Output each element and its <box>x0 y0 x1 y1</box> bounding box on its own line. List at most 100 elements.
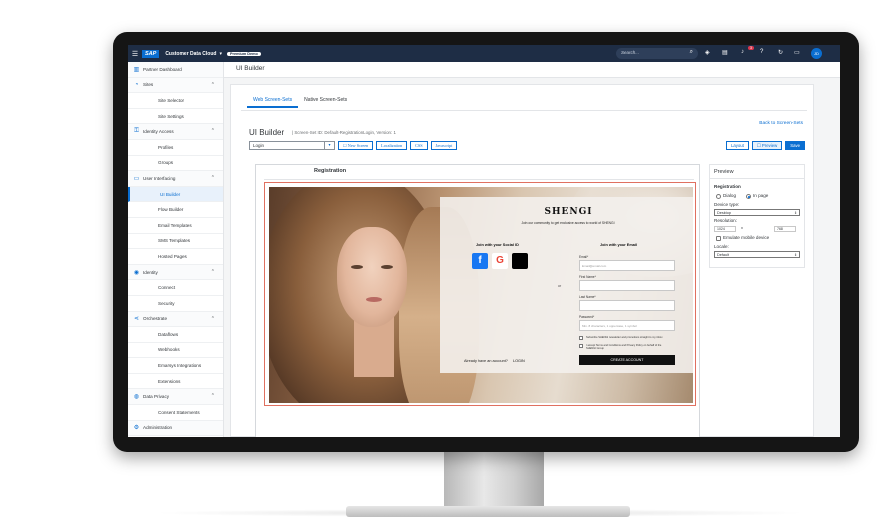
chevron-up-icon[interactable]: ⌃ <box>211 82 215 88</box>
sidebar-item-sms-templates[interactable]: SMS Templates <box>128 234 223 250</box>
sidebar-item-identity[interactable]: ◉ Identity ⌃ <box>128 264 223 281</box>
sidebar-item-label: Profiles <box>158 144 174 150</box>
localization-button[interactable]: Localization <box>376 141 408 150</box>
sidebar-item-label: Emarsys Integrations <box>158 363 202 369</box>
inpage-radio[interactable] <box>746 194 751 199</box>
tab-native-screen-sets[interactable]: Native Screen-Sets <box>298 94 353 108</box>
sidebar-item-partner-dashboard[interactable]: ▥ Partner Dashboard <box>128 62 223 78</box>
stage: ☰ SAP Customer Data Cloud ▾ Premium Demo… <box>0 0 886 519</box>
sidebar-item-hosted-pages[interactable]: Hosted Pages <box>128 249 223 265</box>
chevron-down-icon: ⇕ <box>794 211 797 215</box>
sidebar-item-site-selector[interactable]: Site Selector <box>128 93 223 109</box>
search-icon[interactable]: ⌕ <box>690 49 693 56</box>
resolution-width-input[interactable]: 1024 <box>714 226 736 232</box>
screen-select[interactable]: Login ▾ <box>249 141 335 150</box>
consent-checkbox[interactable] <box>579 336 583 340</box>
tab-divider <box>241 110 807 111</box>
locale-value: Default <box>717 253 730 257</box>
device-type-label: Device type: <box>714 202 740 207</box>
identity-icon: ◉ <box>133 269 140 276</box>
help-icon[interactable]: ? <box>760 49 763 55</box>
sidebar-item-data-privacy[interactable]: ◍ Data Privacy ⌃ <box>128 389 223 406</box>
login-link[interactable]: LOGIN <box>513 359 525 363</box>
form-input[interactable]: Min. 8 characters, 1 uppercase, 1 symbol <box>579 320 675 331</box>
javascript-button[interactable]: Javascript <box>430 141 458 150</box>
screenset-tabs: Web Screen-Sets Native Screen-Sets <box>247 94 353 108</box>
form-input[interactable] <box>579 280 675 291</box>
form-input[interactable] <box>579 300 675 311</box>
sidebar-item-extensions[interactable]: Extensions <box>128 374 223 390</box>
login-prompt: Already have an account? LOGIN <box>464 359 525 363</box>
sidebar-item-webhooks[interactable]: Webhooks <box>128 343 223 359</box>
product-name[interactable]: Customer Data Cloud <box>165 51 216 57</box>
chevron-up-icon[interactable]: ⌃ <box>211 393 215 399</box>
chevron-down-icon[interactable]: ▾ <box>324 142 334 149</box>
screen-frame[interactable]: SHENGI Join our community to get exclusi… <box>264 182 696 406</box>
sidebar-item-groups[interactable]: Groups <box>128 156 223 172</box>
clipboard-icon[interactable]: ▤ <box>722 49 728 56</box>
chevron-up-icon[interactable]: ⌃ <box>211 175 215 181</box>
chat-icon[interactable]: ◈ <box>705 49 710 56</box>
avatar[interactable]: JD <box>811 48 822 59</box>
or-separator: or <box>558 284 562 288</box>
sidebar-item-dataflows[interactable]: Dataflows <box>128 327 223 343</box>
resolution-height-input[interactable]: 768 <box>774 226 796 232</box>
field-label: Password* <box>579 315 595 319</box>
search-input[interactable]: Search... ⌕ <box>616 48 698 59</box>
apple-icon[interactable] <box>512 253 528 269</box>
sap-logo[interactable]: SAP <box>142 49 160 58</box>
layout-button[interactable]: Layout <box>725 141 749 150</box>
shell-bar: ☰ SAP Customer Data Cloud ▾ Premium Demo… <box>128 45 840 62</box>
sidebar-item-label: User Interfacing <box>143 175 176 181</box>
dialog-radio[interactable] <box>716 194 721 199</box>
sidebar-item-administration[interactable]: ⚙ Administration <box>128 420 223 437</box>
back-to-screensets-link[interactable]: Back to Screen-Sets <box>759 121 803 126</box>
sidebar-item-email-templates[interactable]: Email Templates <box>128 218 223 234</box>
sidebar-item-ui-builder[interactable]: UI Builder <box>128 186 223 203</box>
sidebar-item-user-interfacing[interactable]: ▭ User Interfacing ⌃ <box>128 171 223 187</box>
field-label: Last Name* <box>579 295 596 299</box>
chevron-up-icon[interactable]: ⌃ <box>211 128 215 134</box>
menu-icon[interactable]: ☰ <box>128 50 142 58</box>
facebook-icon[interactable]: f <box>472 253 488 269</box>
already-text: Already have an account? <box>464 359 508 363</box>
sidebar-item-label: Security <box>158 300 175 306</box>
sidebar-item-flow-builder[interactable]: Flow Builder <box>128 202 223 218</box>
locale-select[interactable]: Default ⇕ <box>714 251 800 258</box>
refresh-icon[interactable]: ↻ <box>778 49 783 56</box>
chevron-up-icon[interactable]: ⌃ <box>211 316 215 322</box>
sidebar-item-label: Data Privacy <box>143 394 170 400</box>
sidebar-item-label: Dataflows <box>158 331 179 337</box>
sidebar-item-sites[interactable]: ◔ Sites ⌃ <box>128 77 223 94</box>
new-screen-button[interactable]: ☐ New Screen <box>338 141 374 150</box>
emulate-mobile-checkbox[interactable] <box>716 236 721 241</box>
chevron-up-icon[interactable]: ⌃ <box>211 269 215 275</box>
data-privacy-icon: ◍ <box>133 394 140 401</box>
sidebar-item-label: Hosted Pages <box>158 253 187 259</box>
sidebar-item-profiles[interactable]: Profiles <box>128 140 223 156</box>
sidebar-item-identity-access[interactable]: ⚿ Identity Access ⌃ <box>128 124 223 140</box>
identity-access-icon: ⚿ <box>134 128 139 135</box>
sidebar-item-security[interactable]: Security <box>128 296 223 312</box>
google-icon[interactable]: G <box>492 253 508 269</box>
create-account-button[interactable]: CREATE ACCOUNT <box>579 355 675 365</box>
css-button[interactable]: CSS <box>410 141 428 150</box>
save-button[interactable]: Save <box>785 141 805 150</box>
chevron-down-icon[interactable]: ▾ <box>219 51 222 57</box>
window-icon[interactable]: ▭ <box>794 49 800 56</box>
sidebar-item-orchestrate[interactable]: ⋖ Orchestrate ⌃ <box>128 311 223 328</box>
sidebar-item-site-settings[interactable]: Site Settings <box>128 109 223 125</box>
resolution-x: x <box>741 226 743 230</box>
form-input[interactable]: Email@email.com <box>579 260 675 271</box>
sidebar-item-consent-statements[interactable]: Consent Statements <box>128 405 223 421</box>
sidebar-item-emarsys-integrations[interactable]: Emarsys Integrations <box>128 358 223 374</box>
bell-icon[interactable]: ♪ <box>741 49 744 55</box>
sidebar: ▥ Partner Dashboard ◔ Sites ⌃ Site Selector Si… <box>128 62 224 437</box>
preview-button[interactable]: ☐ Preview <box>751 141 783 150</box>
device-type-select[interactable]: Desktop ⇕ <box>714 209 800 216</box>
sidebar-item-connect[interactable]: Connect <box>128 280 223 296</box>
tab-web-screen-sets[interactable]: Web Screen-Sets <box>247 94 299 108</box>
sidebar-item-label: Flow Builder <box>158 207 184 213</box>
consent-checkbox[interactable] <box>579 344 583 348</box>
page-title: UI Builder <box>224 62 840 78</box>
